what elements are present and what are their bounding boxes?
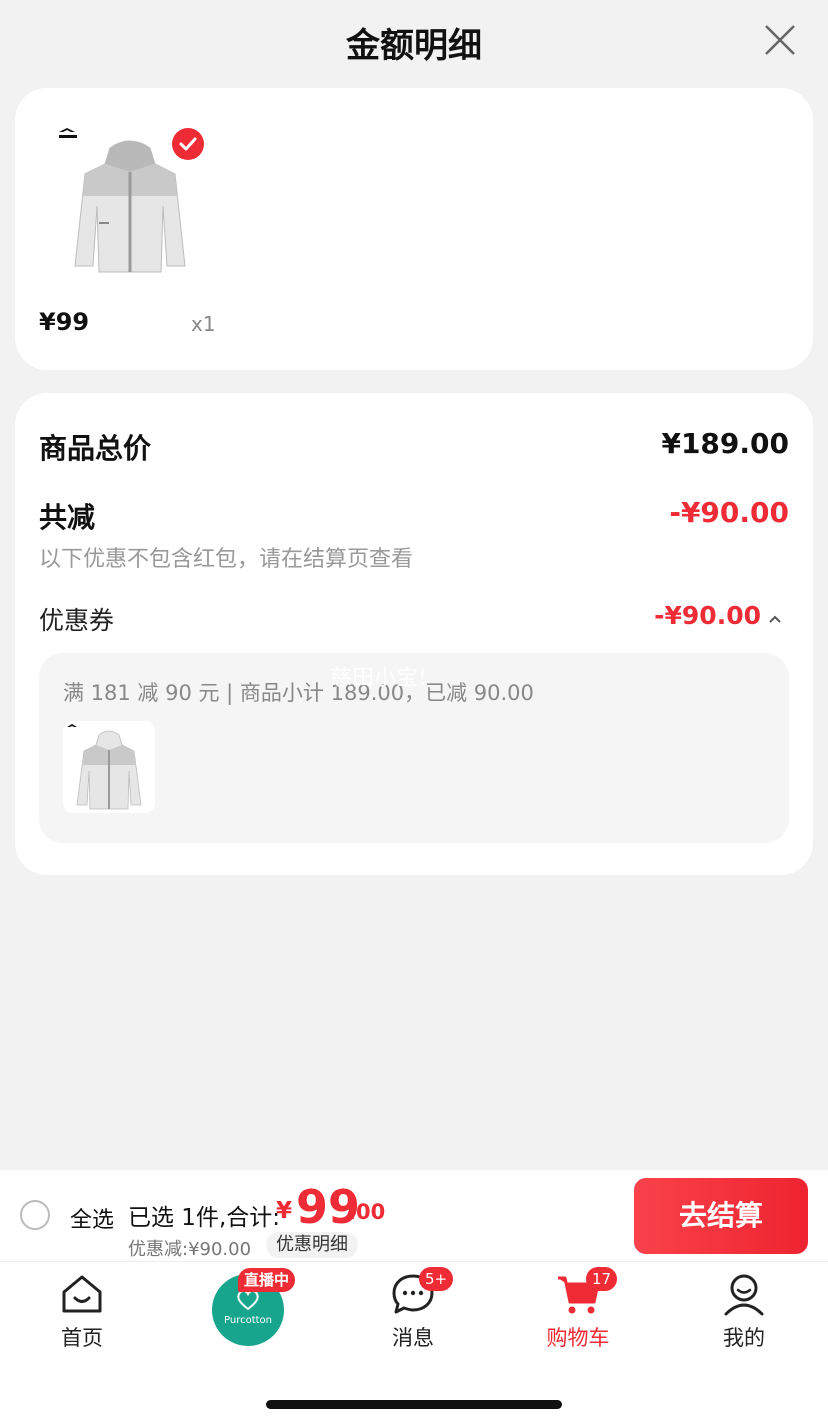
tab-me-label: 我的	[723, 1326, 765, 1350]
product-price: ¥99	[39, 308, 90, 336]
coupon-label[interactable]: 优惠券	[39, 601, 114, 637]
coupon-value[interactable]: -¥90.00	[654, 601, 761, 630]
close-icon[interactable]	[762, 22, 798, 58]
total-reduce-label: 共减	[39, 501, 96, 534]
home-icon	[62, 1275, 102, 1313]
total-price-value: ¥189.00	[661, 427, 789, 460]
user-icon	[724, 1274, 764, 1316]
coupon-description: 满 181 减 90 元 | 商品小计 189.00，已减 90.00	[63, 681, 534, 705]
header: 金额明细	[0, 0, 828, 80]
total-currency: ¥	[276, 1198, 293, 1224]
tab-messages[interactable]: 5+ 消息	[353, 1262, 473, 1362]
tab-cart-label: 购物车	[546, 1326, 610, 1350]
total-price-label: 商品总价	[39, 432, 152, 465]
total-amount-decimal: .00	[348, 1200, 386, 1224]
tab-me[interactable]: 我的	[684, 1262, 804, 1362]
tab-cart[interactable]: 17 购物车	[518, 1262, 638, 1362]
price-summary-card: 商品总价 ¥189.00 共减 -¥90.00 以下优惠不包含红包，请在结算页查…	[15, 393, 813, 875]
selected-summary: 已选 1件,合计:	[128, 1205, 281, 1231]
product-quantity: x1	[191, 312, 216, 336]
select-all-label[interactable]: 全选	[70, 1202, 114, 1234]
select-all-radio[interactable]	[20, 1200, 50, 1230]
home-indicator	[266, 1400, 562, 1409]
tab-messages-label: 消息	[392, 1326, 434, 1350]
live-status-badge: 直播中	[238, 1268, 296, 1292]
live-brand-text: Purcotton	[224, 1315, 272, 1326]
chevron-up-icon[interactable]	[767, 611, 783, 627]
discount-amount: 优惠减:¥90.00	[128, 1239, 252, 1260]
tab-home[interactable]: 首页	[22, 1262, 142, 1362]
cart-badge: 17	[586, 1267, 618, 1291]
discount-detail-button[interactable]: 优惠明细	[266, 1232, 358, 1258]
total-reduce-value: -¥90.00	[669, 496, 789, 529]
checkout-bar: 全选 已选 1件,合计: ¥ 99 .00 优惠减:¥90.00 优惠明细 去结…	[0, 1170, 828, 1262]
product-card: ¥99 x1	[15, 88, 813, 370]
selected-check-icon[interactable]	[172, 128, 204, 160]
page-title: 金额明细	[346, 26, 482, 66]
messages-badge: 5+	[419, 1267, 454, 1291]
tab-home-label: 首页	[61, 1326, 103, 1350]
discount-note: 以下优惠不包含红包，请在结算页查看	[39, 547, 414, 572]
coupon-product-thumbnail	[63, 721, 155, 813]
tab-live[interactable]: Purcotton 直播中	[188, 1262, 308, 1362]
checkout-button[interactable]: 去结算	[634, 1178, 808, 1254]
watermark: 慈田小宝!	[330, 666, 427, 691]
